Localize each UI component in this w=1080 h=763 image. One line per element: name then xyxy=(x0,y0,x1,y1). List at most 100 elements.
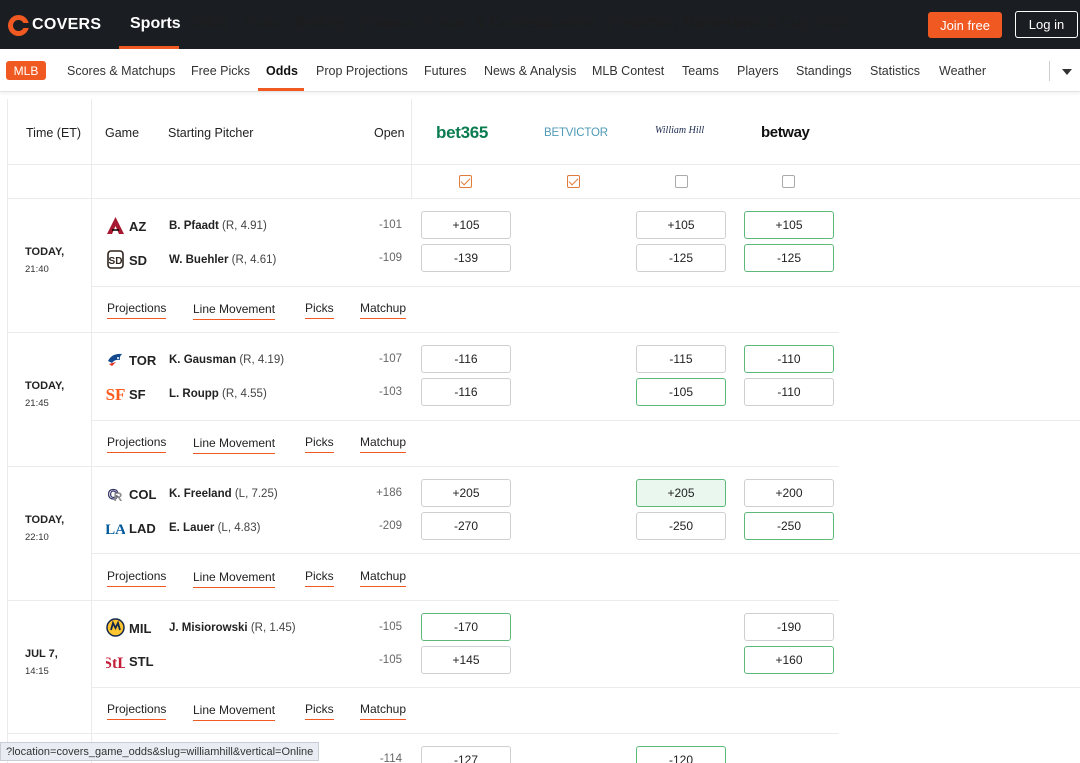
line-movement-link[interactable]: Line Movement xyxy=(193,302,276,320)
subnav-odds[interactable]: Odds xyxy=(266,64,298,78)
subnav-mlb-contest[interactable]: MLB Contest xyxy=(592,64,664,78)
starting-pitcher[interactable]: L. Roupp (R, 4.55) xyxy=(169,388,267,400)
topnav-betting[interactable]: Betting xyxy=(295,15,345,33)
starting-pitcher[interactable]: K. Gausman (R, 4.19) xyxy=(169,354,284,366)
odds-cell-best[interactable]: -120 xyxy=(636,746,726,763)
odds-cell[interactable]: +205 xyxy=(421,479,511,507)
team-abbr[interactable]: MIL xyxy=(129,621,151,636)
league-sub-navigation: MLB Scores & Matchups Free Picks Odds Pr… xyxy=(0,49,1080,92)
subnav-teams[interactable]: Teams xyxy=(682,64,719,78)
team-abbr[interactable]: SD xyxy=(129,253,147,268)
row-divider xyxy=(7,466,839,467)
open-line: -114 xyxy=(379,753,402,763)
line-movement-link[interactable]: Line Movement xyxy=(193,436,276,454)
chevron-down-icon[interactable] xyxy=(1062,69,1072,75)
odds-cell-best[interactable]: -170 xyxy=(421,613,511,641)
open-line: -101 xyxy=(378,219,402,231)
projections-link[interactable]: Projections xyxy=(107,569,167,587)
subnav-players[interactable]: Players xyxy=(737,64,779,78)
subnav-futures[interactable]: Futures xyxy=(424,64,466,78)
row-divider xyxy=(7,198,1080,199)
betvictor-checkbox[interactable] xyxy=(567,175,580,188)
log-in-button[interactable]: Log in xyxy=(1015,11,1078,38)
league-badge[interactable]: MLB xyxy=(6,61,46,80)
odds-cell[interactable]: -115 xyxy=(636,345,726,373)
subnav-prop-projections[interactable]: Prop Projections xyxy=(316,64,408,78)
odds-cell-best[interactable]: +105 xyxy=(744,211,834,239)
odds-cell[interactable]: -139 xyxy=(421,244,511,272)
matchup-link[interactable]: Matchup xyxy=(360,301,407,319)
row-divider xyxy=(91,687,1080,688)
betway-logo[interactable]: betway xyxy=(761,124,810,141)
starting-pitcher[interactable]: B. Pfaadt (R, 4.91) xyxy=(169,220,267,232)
subnav-standings[interactable]: Standings xyxy=(796,64,852,78)
matchup-link[interactable]: Matchup xyxy=(360,569,407,587)
team-abbr[interactable]: STL xyxy=(129,654,154,669)
odds-cell[interactable]: -116 xyxy=(421,378,511,406)
odds-cell-best[interactable]: +205 xyxy=(636,479,726,507)
william-hill-name: William Hill xyxy=(655,125,705,136)
odds-cell[interactable]: -250 xyxy=(636,512,726,540)
team-abbr[interactable]: AZ xyxy=(129,219,146,234)
picks-link[interactable]: Picks xyxy=(305,301,334,319)
topnav-casino[interactable]: Casino xyxy=(546,15,596,33)
odds-cell-best[interactable]: -125 xyxy=(744,244,834,272)
starting-pitcher[interactable]: J. Misiorowski (R, 1.45) xyxy=(169,622,296,634)
topnav-picks[interactable]: Picks xyxy=(243,15,281,33)
join-free-button[interactable]: Join free xyxy=(928,12,1002,38)
topnav-sports[interactable]: Sports xyxy=(130,15,181,33)
starting-pitcher[interactable]: W. Buehler (R, 4.61) xyxy=(169,254,276,266)
projections-link[interactable]: Projections xyxy=(107,301,167,319)
odds-cell[interactable]: -125 xyxy=(636,244,726,272)
odds-cell[interactable]: +105 xyxy=(421,211,511,239)
topnav-odds[interactable]: Odds xyxy=(190,15,228,33)
betway-checkbox[interactable] xyxy=(782,175,795,188)
team-abbr[interactable]: LAD xyxy=(129,521,156,536)
odds-cell-best[interactable]: -250 xyxy=(744,512,834,540)
william-hill-checkbox[interactable] xyxy=(675,175,688,188)
odds-cell[interactable]: -270 xyxy=(421,512,511,540)
picks-link[interactable]: Picks xyxy=(305,569,334,587)
picks-link[interactable]: Picks xyxy=(305,702,334,720)
covers-logo[interactable]: COVERS xyxy=(8,14,101,36)
bet365-logo[interactable]: bet365 xyxy=(436,123,488,143)
picks-link[interactable]: Picks xyxy=(305,435,334,453)
starting-pitcher[interactable]: E. Lauer (L, 4.83) xyxy=(169,522,260,534)
odds-cell[interactable]: -116 xyxy=(421,345,511,373)
topnav-forum-contests[interactable]: Forum & Contests xyxy=(424,15,553,33)
subnav-weather[interactable]: Weather xyxy=(939,64,986,78)
header-starting-pitcher: Starting Pitcher xyxy=(168,126,254,140)
topnav-promos[interactable]: Promos xyxy=(359,15,414,33)
odds-cell[interactable]: -110 xyxy=(744,378,834,406)
los-angeles-logo-icon: LA xyxy=(106,518,125,537)
topnav-prediction-markets[interactable]: Prediction Markets xyxy=(607,15,740,33)
projections-link[interactable]: Projections xyxy=(107,702,167,720)
subnav-news-analysis[interactable]: News & Analysis xyxy=(484,64,576,78)
subnav-statistics[interactable]: Statistics xyxy=(870,64,920,78)
line-movement-link[interactable]: Line Movement xyxy=(193,570,276,588)
line-movement-link[interactable]: Line Movement xyxy=(193,703,276,721)
subnav-scores-matchups[interactable]: Scores & Matchups xyxy=(67,64,175,78)
odds-cell[interactable]: +200 xyxy=(744,479,834,507)
matchup-link[interactable]: Matchup xyxy=(360,702,407,720)
row-divider xyxy=(91,553,1080,554)
odds-cell[interactable]: -127 xyxy=(421,746,511,763)
betvictor-logo[interactable]: BETVICTOR xyxy=(544,127,608,139)
odds-cell-best[interactable]: +160 xyxy=(744,646,834,674)
row-divider xyxy=(91,420,1080,421)
team-abbr[interactable]: SF xyxy=(129,387,146,402)
team-abbr[interactable]: TOR xyxy=(129,353,156,368)
odds-cell[interactable]: -190 xyxy=(744,613,834,641)
topnav-world-cup[interactable]: World Cup 2026 xyxy=(734,15,849,33)
odds-cell[interactable]: +145 xyxy=(421,646,511,674)
team-abbr[interactable]: COL xyxy=(129,487,156,502)
subnav-free-picks[interactable]: Free Picks xyxy=(191,64,250,78)
bet365-checkbox[interactable] xyxy=(459,175,472,188)
odds-cell[interactable]: +105 xyxy=(636,211,726,239)
odds-cell-best[interactable]: -105 xyxy=(636,378,726,406)
starting-pitcher[interactable]: K. Freeland (L, 7.25) xyxy=(169,488,278,500)
matchup-link[interactable]: Matchup xyxy=(360,435,407,453)
william-hill-logo[interactable]: William Hill xyxy=(655,125,704,136)
odds-cell-best[interactable]: -110 xyxy=(744,345,834,373)
projections-link[interactable]: Projections xyxy=(107,435,167,453)
